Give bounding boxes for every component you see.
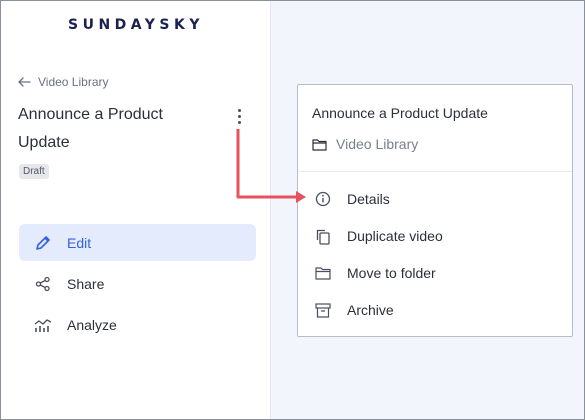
menu-item-details[interactable]: Details bbox=[298, 182, 572, 216]
menu-item-label: Move to folder bbox=[347, 265, 436, 281]
menu-folder-path: Video Library bbox=[312, 136, 418, 152]
menu-item-label: Archive bbox=[347, 302, 394, 318]
video-title: Announce a Product Update bbox=[18, 106, 163, 151]
left-sidebar: SUNDAYSKY Video Library Announce a Produ… bbox=[1, 1, 271, 419]
nav-item-label: Share bbox=[67, 275, 105, 292]
menu-item-move-to-folder[interactable]: Move to folder bbox=[298, 256, 572, 290]
archive-icon bbox=[314, 302, 331, 318]
nav-item-label: Edit bbox=[67, 234, 92, 251]
analytics-icon bbox=[34, 318, 52, 332]
status-badge: Draft bbox=[19, 164, 49, 179]
sidebar-nav: Edit Share Analyze bbox=[19, 224, 256, 347]
menu-item-label: Details bbox=[347, 191, 390, 207]
back-link-label: Video Library bbox=[38, 75, 109, 89]
share-icon bbox=[35, 276, 50, 291]
info-icon bbox=[315, 191, 330, 207]
arrow-left-icon bbox=[18, 77, 31, 87]
back-to-library-link[interactable]: Video Library bbox=[18, 73, 109, 91]
brand-logo: SUNDAYSKY bbox=[68, 17, 204, 33]
folder-icon bbox=[314, 267, 331, 280]
nav-item-share[interactable]: Share bbox=[19, 265, 256, 302]
menu-video-title: Announce a Product Update bbox=[312, 105, 488, 121]
more-options-icon[interactable] bbox=[232, 105, 246, 127]
pencil-icon bbox=[36, 235, 50, 250]
menu-item-label: Duplicate video bbox=[347, 228, 443, 244]
menu-folder-label: Video Library bbox=[336, 136, 419, 152]
menu-header: Announce a Product Update Video Library bbox=[298, 85, 572, 172]
menu-item-duplicate[interactable]: Duplicate video bbox=[298, 219, 572, 253]
nav-item-edit[interactable]: Edit bbox=[19, 224, 256, 261]
duplicate-icon bbox=[316, 229, 330, 245]
menu-item-archive[interactable]: Archive bbox=[298, 293, 572, 327]
nav-item-label: Analyze bbox=[67, 316, 117, 333]
video-options-menu: Announce a Product Update Video Library … bbox=[297, 84, 573, 337]
nav-item-analyze[interactable]: Analyze bbox=[19, 306, 256, 343]
folder-icon bbox=[312, 138, 327, 151]
